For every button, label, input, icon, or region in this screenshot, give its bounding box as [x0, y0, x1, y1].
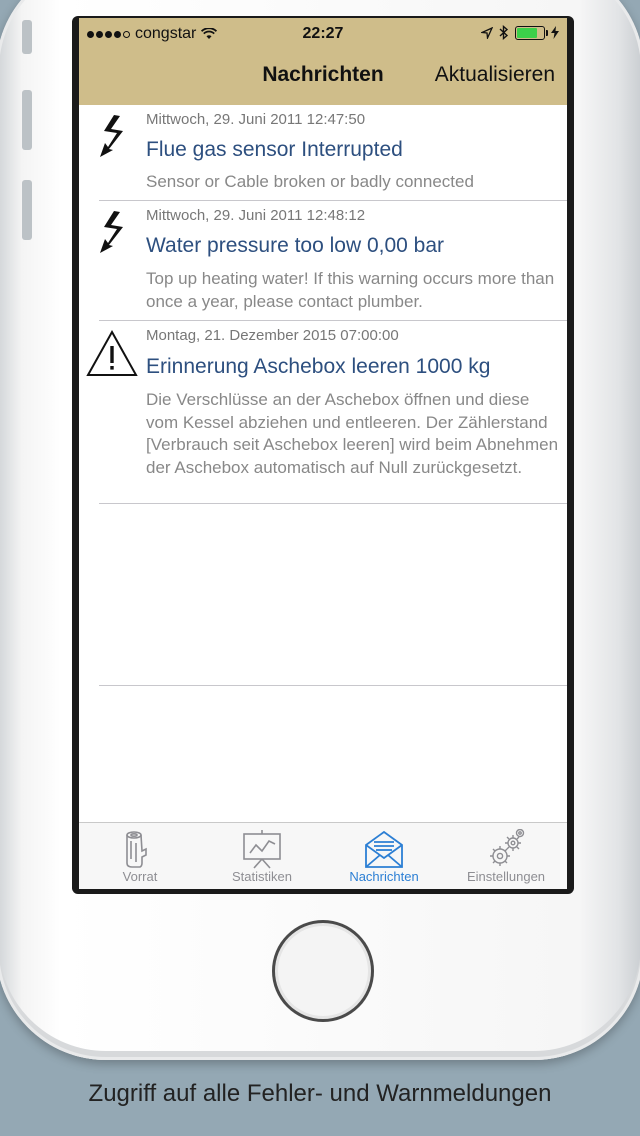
tab-label: Nachrichten — [349, 869, 419, 884]
empty-row-separator — [99, 685, 567, 686]
message-row[interactable]: Mittwoch, 29. Juni 2011 12:48:12 Water p… — [99, 201, 567, 321]
volume-up-button — [22, 90, 32, 150]
envelope-icon — [365, 830, 403, 868]
location-arrow-icon — [481, 26, 493, 39]
tab-label: Einstellungen — [466, 869, 546, 884]
tab-einstellungen[interactable]: Einstellungen — [445, 823, 567, 889]
message-title: Flue gas sensor Interrupted — [146, 138, 403, 161]
message-list: Mittwoch, 29. Juni 2011 12:47:50 Flue ga… — [79, 105, 567, 504]
message-description: Sensor or Cable broken or badly connecte… — [146, 172, 474, 191]
bluetooth-icon — [499, 25, 509, 40]
message-date: Montag, 21. Dezember 2015 07:00:00 — [146, 327, 399, 344]
message-date: Mittwoch, 29. Juni 2011 12:48:12 — [146, 207, 366, 224]
message-date: Mittwoch, 29. Juni 2011 12:47:50 — [146, 111, 366, 128]
message-description: Top up heating water! If this warning oc… — [146, 269, 555, 311]
tab-vorrat[interactable]: Vorrat — [79, 823, 201, 889]
message-description: Die Verschlüsse an der Aschebox öffnen u… — [146, 390, 559, 477]
message-row[interactable]: Mittwoch, 29. Juni 2011 12:47:50 Flue ga… — [99, 105, 567, 201]
app-screen: congstar 22:27 Nachrichten Aktualisieren… — [79, 18, 567, 889]
volume-down-button — [22, 180, 32, 240]
tab-label: Statistiken — [232, 869, 292, 884]
navigation-bar: congstar 22:27 Nachrichten Aktualisieren — [79, 18, 567, 105]
message-title: Erinnerung Aschebox leeren 1000 kg — [146, 355, 491, 378]
battery-icon — [515, 25, 548, 40]
mute-switch — [22, 20, 32, 54]
charging-bolt-icon — [551, 26, 559, 39]
caption: Zugriff auf alle Fehler- und Warnmeldung… — [88, 1080, 552, 1107]
chart-board-icon — [243, 830, 281, 869]
status-bar: congstar 22:27 — [79, 18, 567, 50]
tab-nachrichten[interactable]: Nachrichten — [323, 823, 445, 889]
warning-triangle-icon — [86, 329, 138, 376]
lightning-icon — [100, 211, 123, 253]
tab-label: Vorrat — [122, 869, 158, 884]
gears-icon — [490, 829, 525, 866]
home-button[interactable] — [272, 920, 374, 1022]
message-row[interactable]: Montag, 21. Dezember 2015 07:00:00 Erinn… — [86, 321, 567, 504]
message-title: Water pressure too low 0,00 bar — [146, 234, 445, 257]
tab-statistiken[interactable]: Statistiken — [201, 823, 323, 889]
tab-bar: Vorrat Statistiken Nachrichten Einstellu… — [79, 822, 567, 889]
wood-log-icon — [126, 831, 147, 868]
refresh-button[interactable]: Aktualisieren — [435, 63, 555, 87]
lightning-icon — [100, 115, 123, 157]
